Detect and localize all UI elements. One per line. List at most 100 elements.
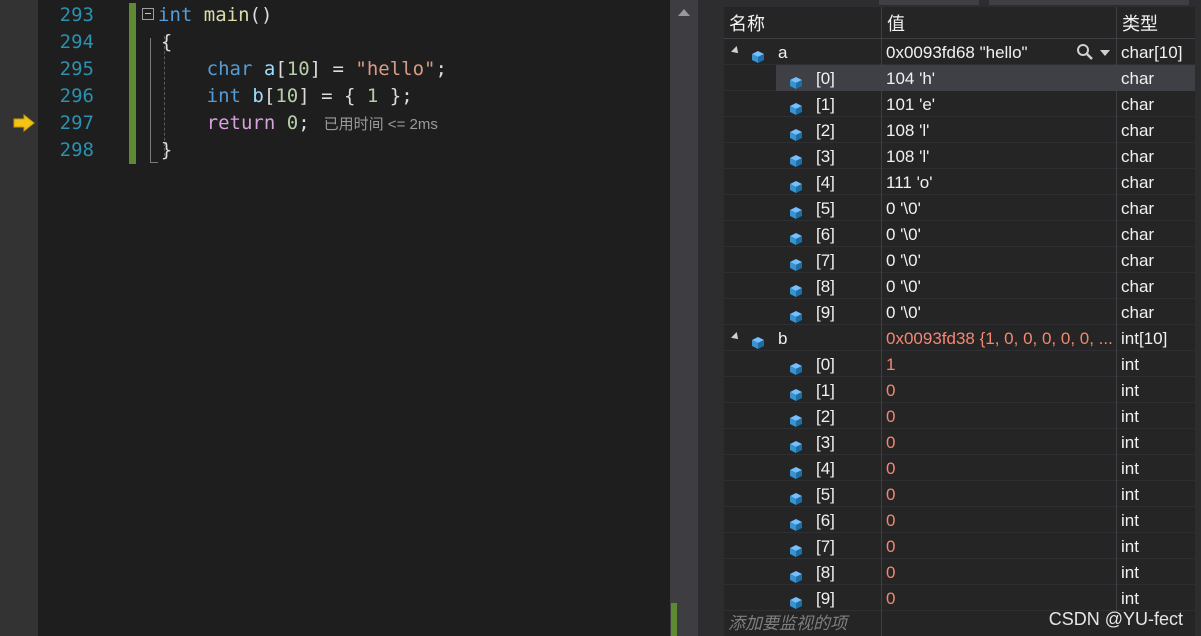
- code-editor[interactable]: 293 294 295 296 297 298 int main() { cha…: [0, 0, 709, 636]
- code-line-295[interactable]: char a[10] = "hello";: [138, 54, 679, 81]
- watch-name-cell[interactable]: [4]: [724, 169, 881, 195]
- watch-name-cell[interactable]: [4]: [724, 455, 881, 481]
- watch-child-row[interactable]: [9] 0 int: [724, 585, 1195, 611]
- watch-child-row[interactable]: [7] 0 int: [724, 533, 1195, 559]
- watch-grid[interactable]: 名称 值 类型 a 0x0093fd68 "hello" char[10] [0] 10…: [724, 7, 1195, 636]
- watch-vertical-scrollbar[interactable]: [1195, 7, 1201, 636]
- watch-name-cell[interactable]: [0]: [724, 65, 881, 91]
- watch-value-cell[interactable]: 0: [881, 559, 1116, 585]
- watch-child-row[interactable]: [2] 108 'l' char: [724, 117, 1195, 143]
- watch-value-cell[interactable]: 0 '\0': [881, 299, 1116, 325]
- watch-name-cell[interactable]: [0]: [724, 351, 881, 377]
- watch-value-cell[interactable]: 0: [881, 585, 1116, 611]
- scroll-up-icon[interactable]: [678, 9, 690, 16]
- watch-name-cell[interactable]: [9]: [724, 585, 881, 611]
- watch-value-cell[interactable]: 1: [881, 351, 1116, 377]
- watch-name-cell[interactable]: [2]: [724, 117, 881, 143]
- watch-name-cell[interactable]: [7]: [724, 533, 881, 559]
- watch-value-cell[interactable]: 0: [881, 533, 1116, 559]
- collapse-arrow-icon[interactable]: [731, 332, 741, 342]
- watch-type-cell: char: [1116, 91, 1195, 117]
- collapse-toggle-icon[interactable]: [142, 7, 154, 20]
- watch-child-row[interactable]: [4] 0 int: [724, 455, 1195, 481]
- watch-value-cell[interactable]: 111 'o': [881, 169, 1116, 195]
- editor-vertical-scrollbar[interactable]: [670, 0, 698, 636]
- watch-value-cell[interactable]: 108 'l': [881, 143, 1116, 169]
- watch-name-cell[interactable]: [7]: [724, 247, 881, 273]
- watch-child-row[interactable]: [2] 0 int: [724, 403, 1195, 429]
- glyph-margin[interactable]: [0, 0, 38, 636]
- code-text-area[interactable]: int main() { char a[10] = "hello"; int b…: [138, 0, 679, 162]
- watch-name-cell[interactable]: [9]: [724, 299, 881, 325]
- watch-row-b[interactable]: b 0x0093fd38 {1, 0, 0, 0, 0, 0, ... int[10…: [724, 325, 1195, 351]
- watch-name-cell[interactable]: [6]: [724, 221, 881, 247]
- watch-child-row[interactable]: [0] 1 int: [724, 351, 1195, 377]
- watch-name-cell[interactable]: [8]: [724, 559, 881, 585]
- watch-value-cell[interactable]: 0x0093fd38 {1, 0, 0, 0, 0, 0, ...: [881, 325, 1116, 351]
- watch-name-cell[interactable]: [3]: [724, 143, 881, 169]
- watch-value-cell[interactable]: 0: [881, 507, 1116, 533]
- watch-child-row[interactable]: [3] 108 'l' char: [724, 143, 1195, 169]
- watch-child-row[interactable]: [5] 0 int: [724, 481, 1195, 507]
- watch-child-row[interactable]: [1] 101 'e' char: [724, 91, 1195, 117]
- watch-child-row[interactable]: [4] 111 'o' char: [724, 169, 1195, 195]
- watch-name-cell[interactable]: b: [724, 325, 881, 351]
- watch-variable-name: a: [778, 43, 788, 62]
- pane-splitter[interactable]: [698, 0, 709, 636]
- watch-child-row[interactable]: [6] 0 '\0' char: [724, 221, 1195, 247]
- watch-child-row[interactable]: [6] 0 int: [724, 507, 1195, 533]
- variable-icon: [789, 357, 803, 375]
- variable-icon: [789, 305, 803, 323]
- watch-window[interactable]: 名称 值 类型 a 0x0093fd68 "hello" char[10] [0] 10…: [709, 0, 1201, 636]
- watch-value-cell[interactable]: 101 'e': [881, 91, 1116, 117]
- magnifier-icon[interactable]: [1076, 43, 1094, 61]
- watch-variable-name: [8]: [816, 277, 835, 296]
- watch-name-cell[interactable]: [1]: [724, 377, 881, 403]
- code-line-293[interactable]: int main(): [138, 0, 679, 27]
- code-line-297[interactable]: return 0; 已用时间 <= 2ms: [138, 108, 679, 135]
- code-line-294[interactable]: {: [138, 27, 679, 54]
- watch-name-cell[interactable]: [2]: [724, 403, 881, 429]
- perf-tip[interactable]: 已用时间 <= 2ms: [324, 116, 438, 133]
- watch-row-a[interactable]: a 0x0093fd68 "hello" char[10]: [724, 39, 1195, 65]
- watch-child-row[interactable]: [0] 104 'h' char: [724, 65, 1195, 91]
- watch-value-cell[interactable]: 0 '\0': [881, 221, 1116, 247]
- watch-value-cell[interactable]: 0 '\0': [881, 247, 1116, 273]
- watch-name-cell[interactable]: [5]: [724, 481, 881, 507]
- watch-value-cell[interactable]: 0 '\0': [881, 273, 1116, 299]
- watch-name-cell[interactable]: [6]: [724, 507, 881, 533]
- column-header-value[interactable]: 值: [881, 7, 1116, 38]
- watch-child-row[interactable]: [8] 0 int: [724, 559, 1195, 585]
- column-header-type[interactable]: 类型: [1116, 7, 1195, 38]
- code-line-298[interactable]: }: [138, 135, 679, 162]
- column-header-name[interactable]: 名称: [724, 7, 881, 38]
- watch-value-cell[interactable]: 0: [881, 455, 1116, 481]
- line-number-gutter: 293 294 295 296 297 298: [38, 0, 94, 162]
- watch-value-cell[interactable]: 104 'h': [881, 65, 1116, 91]
- watch-child-row[interactable]: [8] 0 '\0' char: [724, 273, 1195, 299]
- watch-child-row[interactable]: [1] 0 int: [724, 377, 1195, 403]
- watch-value-cell[interactable]: 0: [881, 429, 1116, 455]
- watch-value-cell[interactable]: 0: [881, 377, 1116, 403]
- watch-child-row[interactable]: [5] 0 '\0' char: [724, 195, 1195, 221]
- watch-type-cell: int: [1116, 481, 1195, 507]
- watch-type-cell: char: [1116, 195, 1195, 221]
- watch-value-cell[interactable]: 0: [881, 481, 1116, 507]
- watch-child-row[interactable]: [3] 0 int: [724, 429, 1195, 455]
- watch-type-cell: char: [1116, 169, 1195, 195]
- code-line-296[interactable]: int b[10] = { 1 };: [138, 81, 679, 108]
- watch-name-cell[interactable]: [1]: [724, 91, 881, 117]
- add-watch-input[interactable]: 添加要监视的项: [724, 611, 881, 636]
- watch-child-row[interactable]: [9] 0 '\0' char: [724, 299, 1195, 325]
- watch-value-cell[interactable]: 0 '\0': [881, 195, 1116, 221]
- watch-value-cell[interactable]: 0: [881, 403, 1116, 429]
- collapse-arrow-icon[interactable]: [731, 46, 741, 56]
- watch-value-cell[interactable]: 108 'l': [881, 117, 1116, 143]
- watch-name-cell[interactable]: a: [724, 39, 881, 65]
- scrollbar-change-marker: [671, 603, 677, 636]
- watch-name-cell[interactable]: [3]: [724, 429, 881, 455]
- visualizer-dropdown-icon[interactable]: [1100, 50, 1110, 56]
- watch-name-cell[interactable]: [8]: [724, 273, 881, 299]
- watch-name-cell[interactable]: [5]: [724, 195, 881, 221]
- watch-child-row[interactable]: [7] 0 '\0' char: [724, 247, 1195, 273]
